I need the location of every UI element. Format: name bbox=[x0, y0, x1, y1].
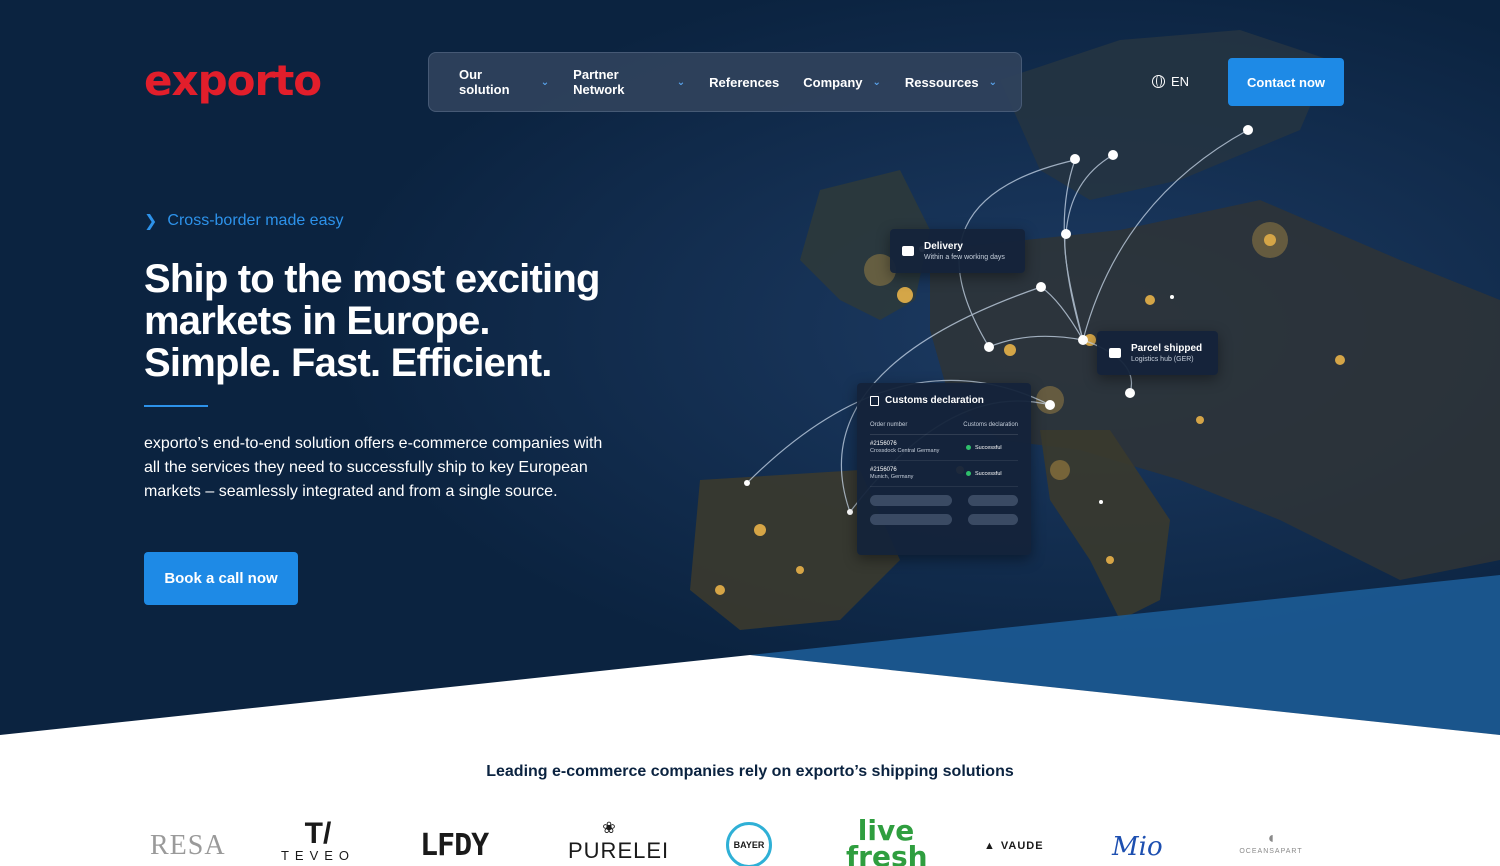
placeholder-row bbox=[870, 514, 1018, 525]
headline-line: Ship to the most exciting bbox=[144, 257, 600, 301]
table-row: #2156076 Crossdock Central Germany Succe… bbox=[870, 435, 1018, 461]
nav-ressources[interactable]: Ressources ⌄ bbox=[905, 75, 997, 90]
status-dot-icon bbox=[966, 471, 971, 476]
teveo-text: TEVEO bbox=[280, 848, 356, 863]
eyebrow-text: Cross-border made easy bbox=[167, 212, 344, 229]
clients-title: Leading e-commerce companies rely on exp… bbox=[486, 763, 1014, 780]
mountain-icon: ▲ bbox=[984, 840, 996, 852]
nav-our-solution[interactable]: Our solution ⌄ bbox=[459, 67, 549, 97]
contact-now-button[interactable]: Contact now bbox=[1228, 58, 1344, 106]
hero-headline: Ship to the most exciting markets in Eur… bbox=[144, 258, 664, 384]
nav-label: Partner Network bbox=[573, 67, 625, 97]
chevron-right-icon: ❯ bbox=[144, 213, 158, 230]
delivery-subtitle: Within a few working days bbox=[924, 254, 1005, 261]
nav-company[interactable]: Company ⌄ bbox=[803, 75, 881, 90]
placeholder-bar bbox=[968, 495, 1018, 506]
order-number: #2156076 bbox=[870, 467, 897, 473]
lotus-icon: ❀ bbox=[602, 820, 616, 837]
package-icon bbox=[1109, 348, 1121, 358]
oceansapart-logo: ◖ OCEANSAPART bbox=[1238, 830, 1304, 855]
delivery-card: Delivery Within a few working days bbox=[890, 229, 1025, 273]
hero-eyebrow: ❯ Cross-border made easy bbox=[144, 211, 343, 231]
placeholder-row bbox=[870, 495, 1018, 506]
globe-icon bbox=[1152, 75, 1165, 88]
chevron-down-icon: ⌄ bbox=[988, 76, 997, 88]
customs-title: Customs declaration bbox=[885, 395, 984, 406]
purelei-logo: ❀ PURELEI bbox=[568, 820, 670, 864]
chevron-down-icon: ⌄ bbox=[872, 76, 881, 88]
language-label: EN bbox=[1171, 74, 1190, 89]
chevron-down-icon: ⌄ bbox=[676, 76, 686, 88]
main-nav: Our solution ⌄ Partner Network ⌄ Reference… bbox=[428, 52, 1022, 112]
headline-line: Simple. Fast. Efficient. bbox=[144, 341, 552, 385]
client-logos: RESA T/ TEVEO LFDY ❀ PURELEI BAYER live … bbox=[0, 800, 1500, 866]
teveo-logo: T/ TEVEO bbox=[278, 817, 358, 866]
parcel-subtitle: Logistics hub (GER) bbox=[1131, 356, 1194, 363]
hero-intro: exporto’s end-to-end solution offers e-c… bbox=[144, 435, 603, 500]
bayer-text: BAYER bbox=[733, 840, 765, 850]
lfdy-logo: LFDY bbox=[420, 828, 489, 863]
truck-icon bbox=[902, 246, 914, 256]
status-badge: Successful bbox=[966, 445, 1018, 451]
document-icon bbox=[870, 395, 879, 406]
oceansapart-text: OCEANSAPART bbox=[1239, 848, 1303, 855]
placeholder-bar bbox=[968, 514, 1018, 525]
order-location: Munich, Germany bbox=[870, 474, 914, 480]
mio-logo: Mio bbox=[1112, 832, 1163, 862]
nav-partner-network[interactable]: Partner Network ⌄ bbox=[573, 67, 685, 97]
livefresh-logo: live fresh bbox=[846, 814, 928, 866]
customs-header: Customs declaration bbox=[870, 395, 1018, 406]
table-row: #2156076 Munich, Germany Successful bbox=[870, 461, 1018, 487]
book-call-button[interactable]: Book a call now bbox=[144, 552, 298, 605]
col-order: Order number bbox=[870, 422, 908, 428]
status-badge: Successful bbox=[966, 471, 1018, 477]
status-dot-icon bbox=[966, 445, 971, 450]
exporto-logo[interactable]: exporto bbox=[144, 56, 322, 105]
teveo-mark: T/ bbox=[304, 817, 332, 850]
status-text: Successful bbox=[975, 470, 1002, 477]
nav-references[interactable]: References bbox=[709, 75, 779, 90]
placeholder-bar bbox=[870, 495, 952, 506]
bayer-logo: BAYER bbox=[726, 822, 772, 866]
customs-card: Customs declaration Order number Customs… bbox=[857, 383, 1031, 555]
nav-label: Company bbox=[803, 74, 863, 90]
shell-icon: ◖ bbox=[1266, 830, 1276, 847]
purelei-text: PURELEI bbox=[568, 838, 670, 863]
nav-label: References bbox=[709, 74, 780, 90]
parcel-card: Parcel shipped Logistics hub (GER) bbox=[1097, 331, 1218, 375]
col-customs: Customs declaration bbox=[963, 422, 1018, 428]
parcel-title: Parcel shipped bbox=[1131, 343, 1203, 354]
order-number: #2156076 bbox=[870, 441, 897, 447]
chevron-down-icon: ⌄ bbox=[540, 76, 550, 88]
hero-section: exporto Our solution ⌄ Partner Network ⌄ R… bbox=[0, 0, 1500, 735]
language-switcher[interactable]: EN bbox=[1152, 74, 1189, 89]
nav-label: Our solution bbox=[459, 67, 510, 97]
vaude-text: VAUDE bbox=[1000, 840, 1044, 852]
headline-divider bbox=[144, 405, 208, 407]
placeholder-bar bbox=[870, 514, 952, 525]
headline-line: markets in Europe. bbox=[144, 299, 491, 343]
order-location: Crossdock Central Germany bbox=[870, 448, 940, 454]
customs-columns: Order number Customs declaration bbox=[870, 422, 1018, 435]
vaude-logo: ▲ VAUDE bbox=[984, 840, 1044, 852]
delivery-title: Delivery bbox=[924, 241, 963, 252]
nav-label: Ressources bbox=[904, 74, 979, 90]
resa-logo: RESA bbox=[150, 830, 226, 861]
status-text: Successful bbox=[975, 444, 1002, 451]
